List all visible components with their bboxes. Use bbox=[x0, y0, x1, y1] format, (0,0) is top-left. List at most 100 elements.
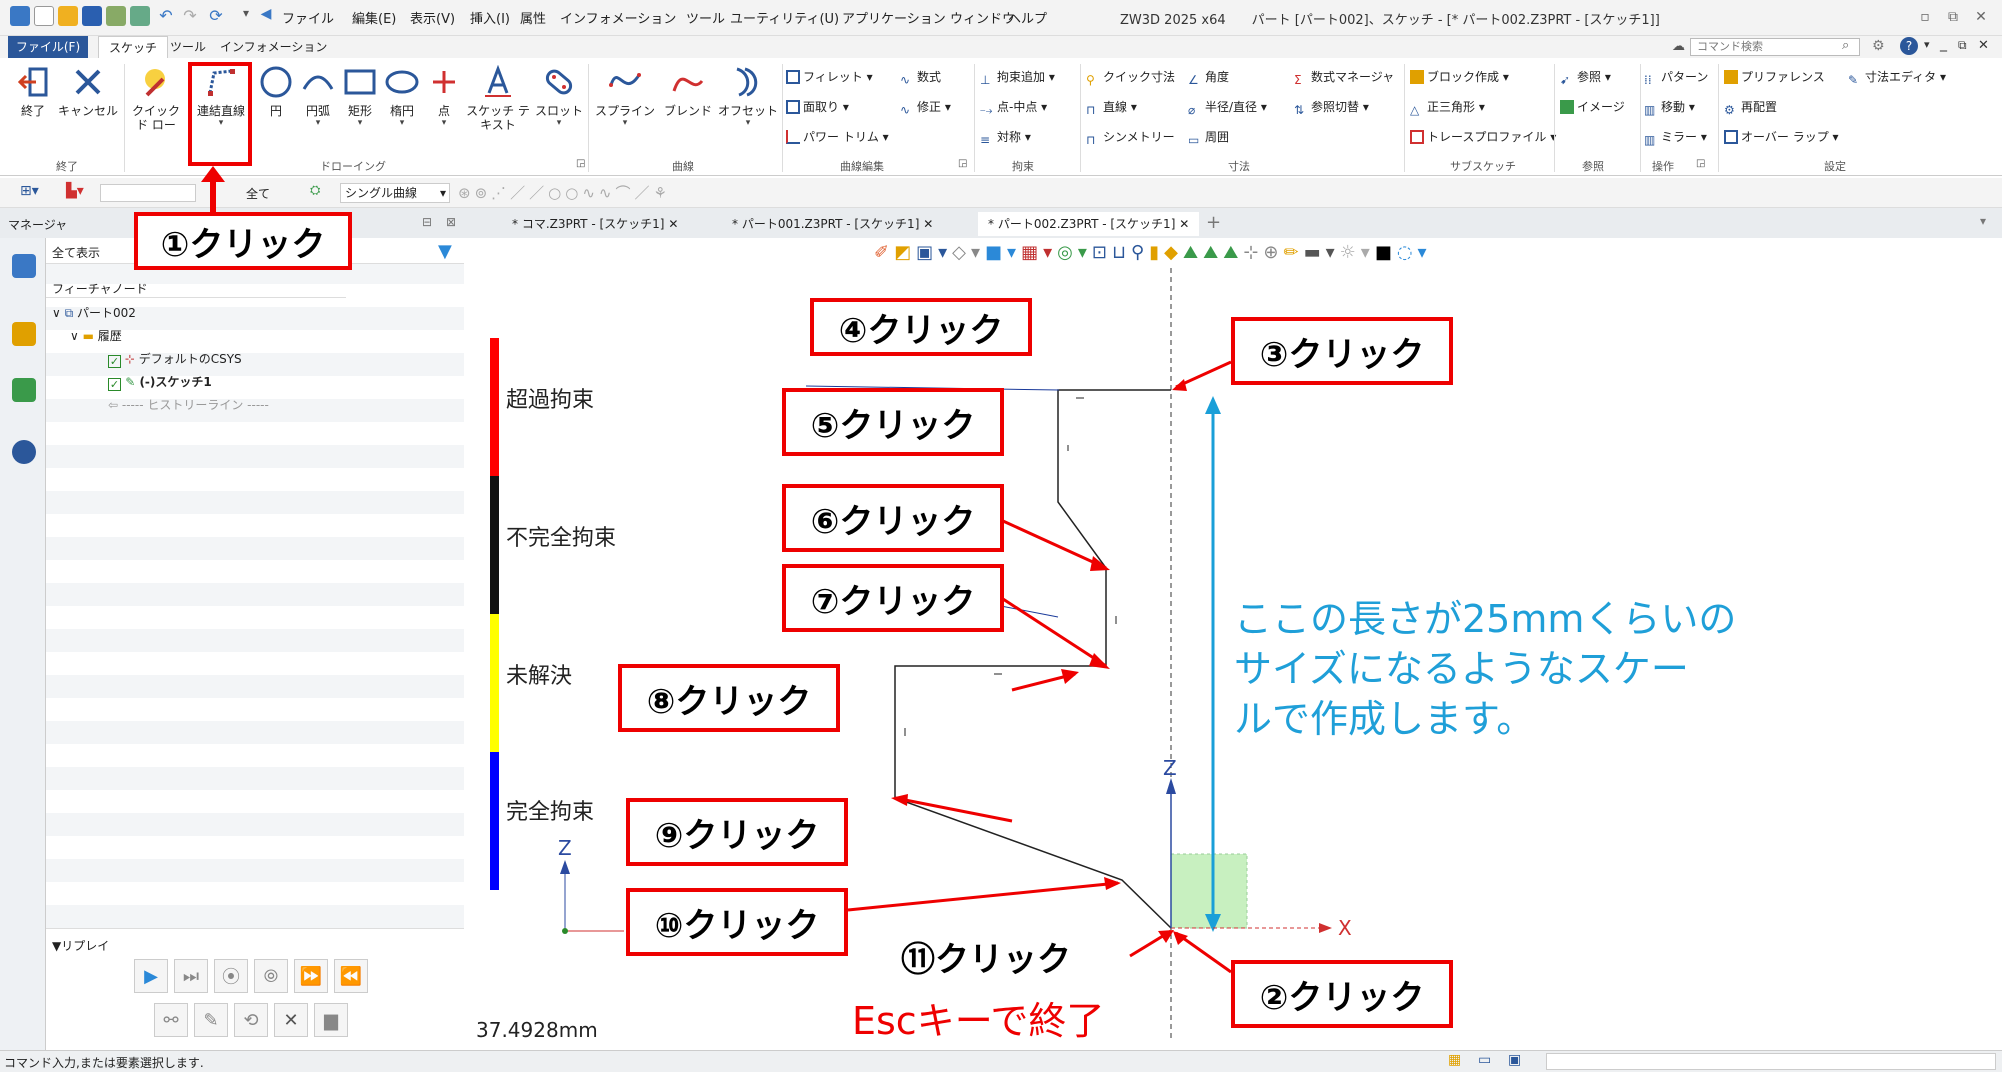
ellipse-dropdown-icon[interactable]: ▾ bbox=[382, 118, 422, 128]
customize-quick-access-icon[interactable]: ▾ bbox=[236, 6, 256, 26]
show-all-filter[interactable]: 全て表示 bbox=[52, 244, 100, 261]
tab-tools[interactable]: ツール bbox=[160, 36, 216, 58]
quick-dimension-button[interactable]: ⚲ クイック寸法 bbox=[1086, 68, 1175, 87]
command-search-input[interactable]: コマンド検索 bbox=[1690, 38, 1860, 56]
pick-icon[interactable]: ⛭ bbox=[310, 183, 320, 198]
quick-draw-button[interactable]: クイック ド ロー bbox=[126, 62, 186, 132]
new-tab-icon[interactable]: + bbox=[1206, 212, 1221, 233]
preference-button[interactable]: プリファレンス bbox=[1724, 68, 1825, 85]
search-icon[interactable]: ⌕ bbox=[1842, 38, 1849, 53]
expand-icon[interactable]: ∨ bbox=[52, 306, 61, 320]
fillet-button[interactable]: フィレット ▾ bbox=[786, 68, 873, 85]
relayout-button[interactable]: ⚙ 再配置 bbox=[1724, 98, 1777, 117]
doc-tab-part002[interactable]: * パート002.Z3PRT - [スケッチ1] ✕ bbox=[978, 212, 1200, 236]
angle-dimension-button[interactable]: ∠ 角度 bbox=[1188, 68, 1229, 87]
print-icon[interactable] bbox=[130, 6, 150, 26]
curve-mode-select[interactable]: シングル曲線 ▾ bbox=[340, 183, 450, 203]
redo-icon[interactable]: ↷ bbox=[180, 6, 200, 26]
ellipse-button[interactable]: 楕円 ▾ bbox=[382, 62, 422, 128]
spline-dropdown-icon[interactable]: ▾ bbox=[594, 118, 656, 128]
rectangle-dropdown-icon[interactable]: ▾ bbox=[340, 118, 380, 128]
filter-funnel-icon[interactable]: ▼ bbox=[438, 241, 452, 262]
status-window-icon[interactable]: ▣ bbox=[1508, 1052, 1521, 1068]
operation-launcher-icon[interactable]: ◲ bbox=[1696, 158, 1705, 169]
image-manager-icon[interactable] bbox=[12, 378, 36, 402]
arc-button[interactable]: 円弧 ▾ bbox=[298, 62, 338, 128]
delete-icon[interactable]: ✕ bbox=[274, 1003, 308, 1037]
play-icon[interactable]: ▶ bbox=[134, 959, 168, 993]
fast-forward-icon[interactable]: ⏩ bbox=[294, 959, 328, 993]
back-arrow-icon[interactable]: ◀ bbox=[256, 6, 276, 26]
expand-icon[interactable]: ∨ bbox=[70, 329, 79, 343]
new-file-icon[interactable] bbox=[34, 6, 54, 26]
ribbon-restore-icon[interactable]: ⧉ bbox=[1958, 38, 1967, 53]
chart-icon[interactable]: ▙▾ bbox=[66, 183, 84, 199]
tree-history-line[interactable]: ⇦ ----- ヒストリーライン ----- bbox=[108, 396, 269, 413]
drawing-launcher-icon[interactable]: ◲ bbox=[576, 158, 585, 169]
power-trim-button[interactable]: パワー トリム ▾ bbox=[786, 128, 889, 145]
menu-application[interactable]: アプリケーション bbox=[842, 8, 946, 27]
cancel-button[interactable]: キャンセル bbox=[58, 62, 118, 118]
object-manager-icon[interactable] bbox=[12, 322, 36, 346]
filter-all-label[interactable]: 全て bbox=[246, 185, 270, 202]
close-tab-icon[interactable]: ✕ bbox=[923, 217, 933, 231]
step-back-icon[interactable]: ⦾ bbox=[254, 959, 288, 993]
status-monitor-icon[interactable]: ▭ bbox=[1478, 1052, 1491, 1068]
menu-attribute[interactable]: 属性 bbox=[520, 8, 546, 27]
snap-filter-icons[interactable]: ⊛⊚⋰／／○○∿∿⌒／⚘ bbox=[458, 182, 671, 203]
symmetry-dimension-button[interactable]: ⊓ シンメトリー bbox=[1086, 128, 1175, 147]
tab-list-icon[interactable]: ▾ bbox=[1980, 214, 1986, 228]
tab-sketch[interactable]: スケッチ bbox=[98, 36, 169, 58]
close-tab-icon[interactable]: ✕ bbox=[668, 217, 678, 231]
redefine-icon[interactable]: ⟲ bbox=[234, 1003, 268, 1037]
menu-tools[interactable]: ツール bbox=[686, 8, 725, 27]
slot-dropdown-icon[interactable]: ▾ bbox=[534, 118, 584, 128]
menu-insert[interactable]: 挿入(I) bbox=[470, 8, 510, 27]
point-dropdown-icon[interactable]: ▾ bbox=[424, 118, 464, 128]
tree-node-part002[interactable]: ∨ ⧉ パート002 bbox=[52, 304, 136, 321]
minimize-icon[interactable]: ▫ bbox=[1912, 4, 1938, 30]
doc-tab-part001[interactable]: * パート001.Z3PRT - [スケッチ1] ✕ bbox=[722, 212, 943, 236]
status-input[interactable] bbox=[1546, 1053, 1996, 1070]
step-icon[interactable]: ⦿ bbox=[214, 959, 248, 993]
reference-button[interactable]: ➹ 参照 ▾ bbox=[1560, 68, 1611, 87]
offset-dropdown-icon[interactable]: ▾ bbox=[718, 118, 778, 128]
dimension-editor-button[interactable]: ✎ 寸法エディタ ▾ bbox=[1848, 68, 1946, 87]
undo-icon[interactable]: ↶ bbox=[156, 6, 176, 26]
overlap-button[interactable]: オーバー ラップ ▾ bbox=[1724, 128, 1839, 145]
add-constraint-button[interactable]: ⊥ 拘束追加 ▾ bbox=[980, 68, 1055, 87]
rectangle-button[interactable]: 矩形 ▾ bbox=[340, 62, 380, 128]
chamfer-button[interactable]: 面取り ▾ bbox=[786, 98, 849, 115]
step-forward-icon[interactable]: ⏭ bbox=[174, 959, 208, 993]
sketch-profile[interactable] bbox=[894, 389, 1172, 929]
restore-icon[interactable]: ⧉ bbox=[1940, 4, 1966, 30]
polygon-button[interactable]: △ 正三角形 ▾ bbox=[1410, 98, 1485, 117]
modify-button[interactable]: ∿ 修正 ▾ bbox=[900, 98, 951, 117]
perimeter-button[interactable]: ▭ 周囲 bbox=[1188, 128, 1229, 147]
reference-switch-button[interactable]: ⇅ 参照切替 ▾ bbox=[1294, 98, 1369, 117]
menu-help[interactable]: ヘルプ bbox=[1008, 8, 1047, 27]
image-button[interactable]: イメージ bbox=[1560, 98, 1625, 115]
save-icon[interactable] bbox=[82, 6, 102, 26]
mirror-button[interactable]: ▥ ミラー ▾ bbox=[1644, 128, 1707, 147]
point-mid-button[interactable]: ⤍ 点-中点 ▾ bbox=[980, 98, 1047, 117]
menu-window[interactable]: ウィンドウ bbox=[950, 8, 1015, 27]
new-part-icon[interactable]: ⊞▾ bbox=[20, 183, 39, 199]
link-icon[interactable]: ⚯ bbox=[154, 1003, 188, 1037]
cloud-icon[interactable]: ☁ bbox=[1672, 39, 1685, 54]
checkbox-icon[interactable]: ✓ bbox=[108, 378, 121, 391]
formula-manager-button[interactable]: Σ 数式マネージャ bbox=[1294, 68, 1394, 87]
close-doc-icon[interactable]: ✕ bbox=[1978, 38, 1989, 53]
tab-file[interactable]: ファイル(F) bbox=[8, 36, 88, 58]
linear-dimension-button[interactable]: ⊓ 直線 ▾ bbox=[1086, 98, 1137, 117]
menu-view[interactable]: 表示(V) bbox=[410, 8, 455, 27]
reset-view-icon[interactable]: ⟳ bbox=[206, 6, 226, 26]
ribbon-minimize-icon[interactable]: _ bbox=[1940, 36, 1947, 52]
blend-button[interactable]: ブレンド bbox=[660, 62, 716, 118]
status-grid-icon[interactable]: ▦ bbox=[1448, 1052, 1461, 1068]
tree-node-default-csys[interactable]: ✓ ⊹ デフォルトのCSYS bbox=[108, 350, 242, 368]
menu-information[interactable]: インフォメーション bbox=[560, 8, 676, 27]
save-as-icon[interactable] bbox=[106, 6, 126, 26]
trace-profile-button[interactable]: トレースプロファイル ▾ bbox=[1410, 128, 1556, 145]
symmetric-button[interactable]: ≡ 対称 ▾ bbox=[980, 128, 1031, 147]
